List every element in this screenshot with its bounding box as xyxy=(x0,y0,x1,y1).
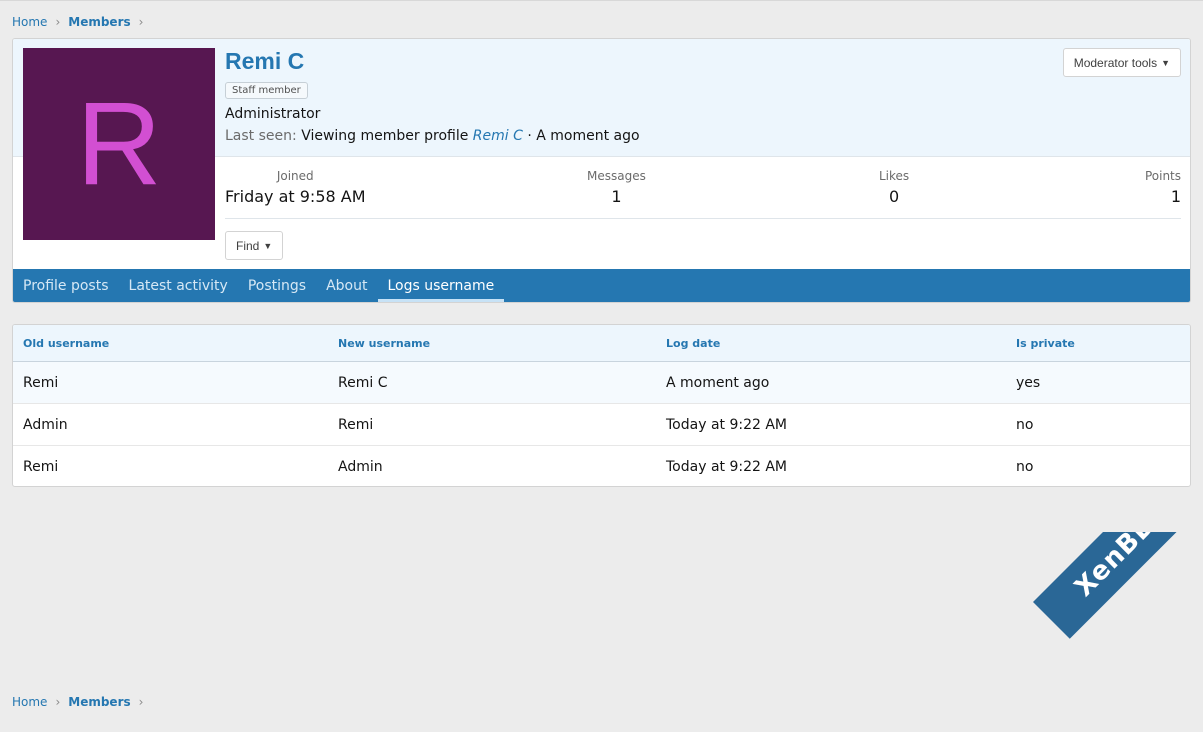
cell-new-username: Remi xyxy=(338,416,374,433)
cell-is-private: yes xyxy=(1016,374,1041,391)
stat-joined-label: Joined xyxy=(276,169,314,183)
column-header-new-username: New username xyxy=(338,336,431,350)
moderator-tools-button[interactable]: Moderator tools ▼ xyxy=(1062,48,1181,77)
stat-points-value: 1 xyxy=(1170,187,1181,206)
breadcrumb-separator: › xyxy=(138,15,144,29)
stat-points[interactable]: Points 1 xyxy=(1145,169,1181,206)
breadcrumb: Home › Members › xyxy=(12,15,143,29)
watermark-text: XenBD.Com xyxy=(1069,532,1203,603)
staff-member-badge: Staff member xyxy=(225,82,308,99)
breadcrumb-separator: › xyxy=(55,15,61,29)
table-row: Remi Remi C A moment ago yes xyxy=(13,362,1190,404)
last-seen-label: Last seen: xyxy=(225,128,297,144)
stat-points-label: Points xyxy=(1144,169,1181,183)
column-header-is-private: Is private xyxy=(1016,336,1075,350)
tab-profile-posts[interactable]: Profile posts xyxy=(13,269,119,302)
breadcrumb-home-link[interactable]: Home xyxy=(12,695,47,709)
profile-username: Remi C xyxy=(225,48,305,74)
watermark: XenBD.Com xyxy=(1003,532,1203,732)
breadcrumb-members-link[interactable]: Members xyxy=(68,15,130,29)
breadcrumb-bottom: Home › Members › xyxy=(12,695,143,709)
tab-logs-username[interactable]: Logs username xyxy=(377,269,505,302)
user-title: Administrator xyxy=(225,106,321,122)
cell-old-username: Remi xyxy=(23,374,59,391)
moderator-tools-label: Moderator tools xyxy=(1073,55,1158,70)
last-seen-time: · A moment ago xyxy=(527,128,640,144)
tab-latest-activity[interactable]: Latest activity xyxy=(119,269,238,302)
table-row: Remi Admin Today at 9:22 AM no xyxy=(13,446,1190,486)
table-row: Admin Remi Today at 9:22 AM no xyxy=(13,404,1190,446)
stat-messages[interactable]: Messages 1 xyxy=(587,169,646,206)
stat-messages-label: Messages xyxy=(587,169,646,183)
find-label: Find xyxy=(236,238,260,253)
cell-log-date: A moment ago xyxy=(666,374,770,391)
breadcrumb-separator: › xyxy=(138,695,144,709)
cell-new-username: Remi C xyxy=(338,374,388,391)
stat-likes-value: 0 xyxy=(889,187,900,206)
profile-tabs: Profile posts Latest activity Postings A… xyxy=(13,269,1190,302)
stat-messages-value: 1 xyxy=(611,187,622,206)
breadcrumb-home-link[interactable]: Home xyxy=(12,15,47,29)
member-stats: Joined Friday at 9:58 AM Messages 1 Like… xyxy=(225,169,1181,219)
cell-old-username: Admin xyxy=(23,416,68,433)
member-profile-block: R Remi C Staff member Administrator Last… xyxy=(12,38,1191,303)
avatar-letter: R xyxy=(76,78,162,210)
cell-is-private: no xyxy=(1016,459,1034,475)
breadcrumb-members-link[interactable]: Members xyxy=(68,695,130,709)
caret-down-icon: ▼ xyxy=(1161,57,1170,68)
last-seen: Last seen: Viewing member profile Remi C… xyxy=(225,128,640,144)
cell-is-private: no xyxy=(1016,416,1034,433)
stat-likes-label: Likes xyxy=(879,169,910,183)
cell-new-username: Admin xyxy=(338,459,383,475)
watermark-band: XenBD.Com xyxy=(1033,532,1203,639)
column-header-log-date: Log date xyxy=(666,336,721,350)
cell-old-username: Remi xyxy=(23,459,59,475)
breadcrumb-separator: › xyxy=(55,695,61,709)
username-log-table: Old username New username Log date Is pr… xyxy=(12,324,1191,487)
cell-log-date: Today at 9:22 AM xyxy=(666,459,788,475)
find-button[interactable]: Find ▼ xyxy=(225,231,284,260)
avatar[interactable]: R xyxy=(23,48,215,240)
tab-postings[interactable]: Postings xyxy=(238,269,316,302)
stat-joined-value: Friday at 9:58 AM xyxy=(225,187,366,206)
stat-likes: Likes 0 xyxy=(879,169,909,206)
stat-joined: Joined Friday at 9:58 AM xyxy=(225,169,366,206)
table-header: Old username New username Log date Is pr… xyxy=(13,325,1190,362)
column-header-old-username: Old username xyxy=(23,336,110,350)
caret-down-icon: ▼ xyxy=(263,240,273,251)
tab-about[interactable]: About xyxy=(316,269,377,302)
cell-log-date: Today at 9:22 AM xyxy=(666,416,788,433)
last-seen-activity: Viewing member profile xyxy=(301,128,469,144)
last-seen-user-link[interactable]: Remi C xyxy=(473,128,523,144)
